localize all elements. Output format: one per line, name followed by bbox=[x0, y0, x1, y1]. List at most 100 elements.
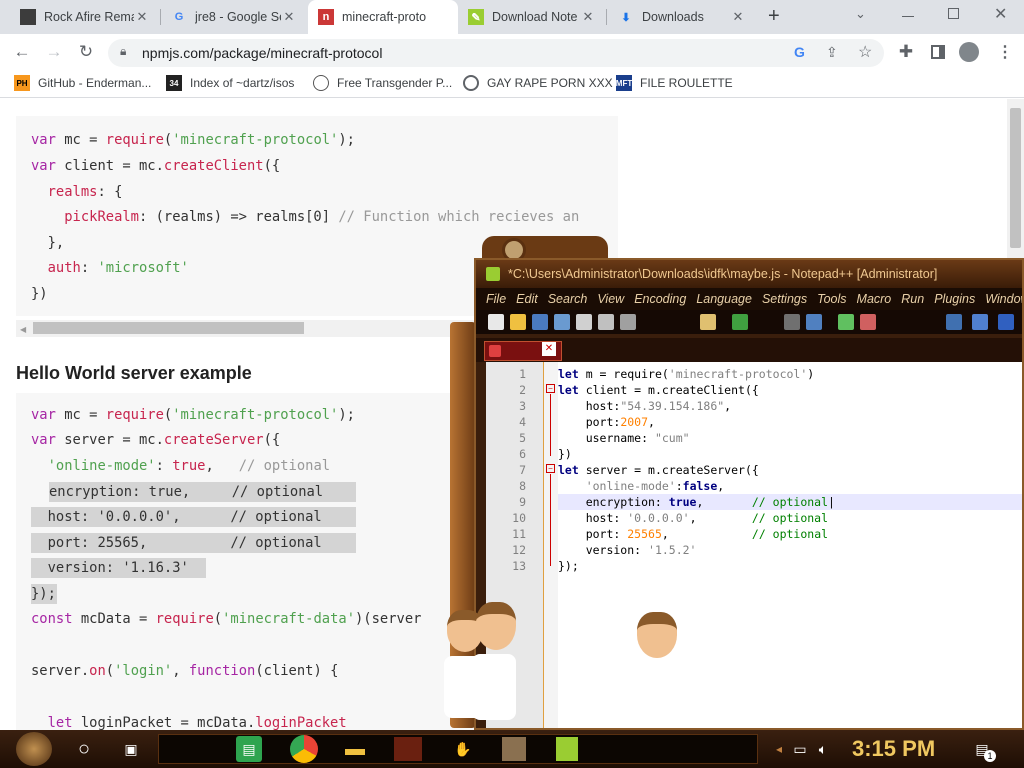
code-line-selected: version: '1.16.3' bbox=[31, 558, 206, 578]
side-panel-icon[interactable] bbox=[931, 45, 945, 59]
notification-count-badge: 1 bbox=[984, 750, 996, 762]
chrome-app-icon[interactable] bbox=[290, 735, 318, 763]
close-file-icon[interactable] bbox=[576, 314, 592, 330]
menu-kebab-icon[interactable]: ⋮ bbox=[997, 42, 1013, 62]
npm-favicon-icon: n bbox=[318, 9, 334, 25]
paste-icon[interactable] bbox=[700, 314, 716, 330]
sheets-app-icon[interactable]: ▤ bbox=[236, 736, 262, 762]
restore-window-button[interactable] bbox=[948, 8, 959, 19]
back-button[interactable]: ← bbox=[10, 40, 34, 64]
menu-edit[interactable]: Edit bbox=[516, 292, 538, 306]
menu-view[interactable]: View bbox=[597, 292, 624, 306]
editor-line: port:2007, bbox=[558, 415, 655, 429]
open-file-icon[interactable] bbox=[510, 314, 526, 330]
google-lens-icon[interactable]: G bbox=[794, 44, 805, 60]
new-file-icon[interactable] bbox=[488, 314, 504, 330]
file-explorer-icon[interactable]: ▬ bbox=[340, 734, 370, 764]
taskbar-clock[interactable]: 3:15 PM bbox=[852, 736, 935, 762]
menu-plugins[interactable]: Plugins bbox=[934, 292, 975, 306]
fold-toggle-icon[interactable]: − bbox=[546, 464, 555, 473]
page-scrollbar-thumb[interactable] bbox=[1010, 108, 1021, 248]
tab-strip: Rock Afire Rema ✕ G jre8 - Google Se ✕ n… bbox=[0, 0, 1024, 34]
menu-run[interactable]: Run bbox=[901, 292, 924, 306]
task-view-icon[interactable]: ▣ bbox=[116, 734, 146, 764]
profile-avatar-icon[interactable] bbox=[959, 42, 979, 62]
menu-language[interactable]: Language bbox=[696, 292, 752, 306]
wrap-icon[interactable] bbox=[946, 314, 962, 330]
menu-macro[interactable]: Macro bbox=[857, 292, 892, 306]
undo-icon[interactable] bbox=[732, 314, 748, 330]
zoom-out-icon[interactable] bbox=[860, 314, 876, 330]
close-tab-icon[interactable]: ✕ bbox=[730, 9, 746, 25]
zoom-in-icon[interactable] bbox=[838, 314, 854, 330]
menu-window[interactable]: Window bbox=[985, 292, 1022, 306]
code-line: auth: 'microsoft' bbox=[47, 260, 189, 276]
app-icon[interactable]: ✋ bbox=[448, 734, 478, 764]
code-line: }, bbox=[31, 235, 65, 251]
close-tab-icon[interactable]: ✕ bbox=[580, 9, 596, 25]
tab-search-chevron-icon[interactable]: ⌄ bbox=[855, 6, 866, 22]
print-icon[interactable] bbox=[620, 314, 636, 330]
dark-square-favicon-icon bbox=[20, 9, 36, 25]
cortana-search-icon[interactable]: ○ bbox=[69, 734, 99, 764]
notepadpp-app-icon[interactable] bbox=[556, 737, 578, 761]
save-icon[interactable] bbox=[532, 314, 548, 330]
menu-encoding[interactable]: Encoding bbox=[634, 292, 686, 306]
mask-icon bbox=[313, 75, 329, 91]
line-number: 12 bbox=[512, 543, 526, 557]
window-title: *C:\Users\Administrator\Downloads\idfk\m… bbox=[508, 267, 938, 281]
tab-title: minecraft-proto bbox=[342, 10, 427, 24]
browser-tab-rock-afire[interactable]: Rock Afire Rema ✕ bbox=[10, 0, 160, 34]
new-tab-button[interactable]: + bbox=[768, 5, 788, 27]
extensions-puzzle-icon[interactable]: ✚ bbox=[894, 40, 918, 64]
notepadpp-window[interactable]: *C:\Users\Administrator\Downloads\idfk\m… bbox=[474, 258, 1024, 730]
code-line: 'online-mode': true, // optional bbox=[47, 458, 331, 474]
browser-tab-npm[interactable]: n minecraft-proto bbox=[308, 0, 458, 34]
code-line: server.on('login', function(client) { bbox=[31, 663, 339, 679]
bookmark-github[interactable]: PH GitHub - Enderman... bbox=[14, 75, 151, 91]
code-editor[interactable]: 1 2 3 4 5 6 7 8 9 10 11 12 13 − − let m … bbox=[486, 362, 1022, 728]
line-number: 1 bbox=[519, 367, 526, 381]
minimize-window-button[interactable] bbox=[902, 16, 914, 17]
bookmark-index-dartz[interactable]: 34 Index of ~dartz/isos bbox=[166, 75, 294, 91]
bookmark-label: Index of ~dartz/isos bbox=[190, 76, 295, 90]
share-icon[interactable]: ⇪ bbox=[826, 44, 838, 61]
minecraft-app-icon[interactable] bbox=[502, 737, 526, 761]
reload-button[interactable]: ↻ bbox=[74, 40, 98, 64]
address-bar[interactable]: 🔒︎ npmjs.com/package/minecraft-protocol … bbox=[108, 39, 884, 67]
notepadpp-favicon-icon: ✎ bbox=[468, 9, 484, 25]
find-icon[interactable] bbox=[784, 314, 800, 330]
browser-tab-google[interactable]: G jre8 - Google Se ✕ bbox=[161, 0, 307, 34]
bookmark-gay-rape-porn[interactable]: GAY RAPE PORN XXX bbox=[463, 75, 613, 91]
menu-search[interactable]: Search bbox=[548, 292, 588, 306]
show-symbols-icon[interactable] bbox=[972, 314, 988, 330]
replace-icon[interactable] bbox=[806, 314, 822, 330]
volume-icon[interactable]: 🔈︎ bbox=[808, 734, 838, 764]
editor-line: host:"54.39.154.186", bbox=[558, 399, 732, 413]
url-text[interactable]: npmjs.com/package/minecraft-protocol bbox=[142, 45, 382, 61]
menu-tools[interactable]: Tools bbox=[817, 292, 846, 306]
close-all-icon[interactable] bbox=[598, 314, 614, 330]
editor-line: let m = require('minecraft-protocol') bbox=[558, 367, 815, 381]
save-all-icon[interactable] bbox=[554, 314, 570, 330]
start-button[interactable] bbox=[16, 732, 52, 766]
bookmark-star-icon[interactable]: ☆ bbox=[858, 42, 872, 62]
indent-guide-icon[interactable] bbox=[998, 314, 1014, 330]
close-window-button[interactable]: ✕ bbox=[994, 4, 1007, 24]
bookmark-free-transgender[interactable]: Free Transgender P... bbox=[313, 75, 452, 91]
close-tab-icon[interactable]: ✕ bbox=[134, 9, 150, 25]
close-tab-icon[interactable]: ✕ bbox=[281, 9, 297, 25]
browser-tab-downloads[interactable]: ⬇ Downloads ✕ bbox=[608, 0, 756, 34]
browser-tab-notepad-download[interactable]: ✎ Download Note ✕ bbox=[458, 0, 606, 34]
app-icon[interactable] bbox=[394, 737, 422, 761]
forward-button[interactable]: → bbox=[42, 40, 66, 64]
code-horizontal-scrollbar-thumb[interactable] bbox=[33, 322, 304, 334]
fold-toggle-icon[interactable]: − bbox=[546, 384, 555, 393]
notepadpp-titlebar[interactable]: *C:\Users\Administrator\Downloads\idfk\m… bbox=[476, 260, 1022, 288]
close-file-tab-icon[interactable]: ✕ bbox=[542, 342, 556, 356]
scroll-left-arrow-icon[interactable]: ◀ bbox=[20, 325, 26, 334]
cartoon-character-figure bbox=[472, 602, 520, 724]
menu-settings[interactable]: Settings bbox=[762, 292, 807, 306]
bookmark-file-roulette[interactable]: MFT FILE ROULETTE bbox=[616, 75, 733, 91]
menu-file[interactable]: File bbox=[486, 292, 506, 306]
